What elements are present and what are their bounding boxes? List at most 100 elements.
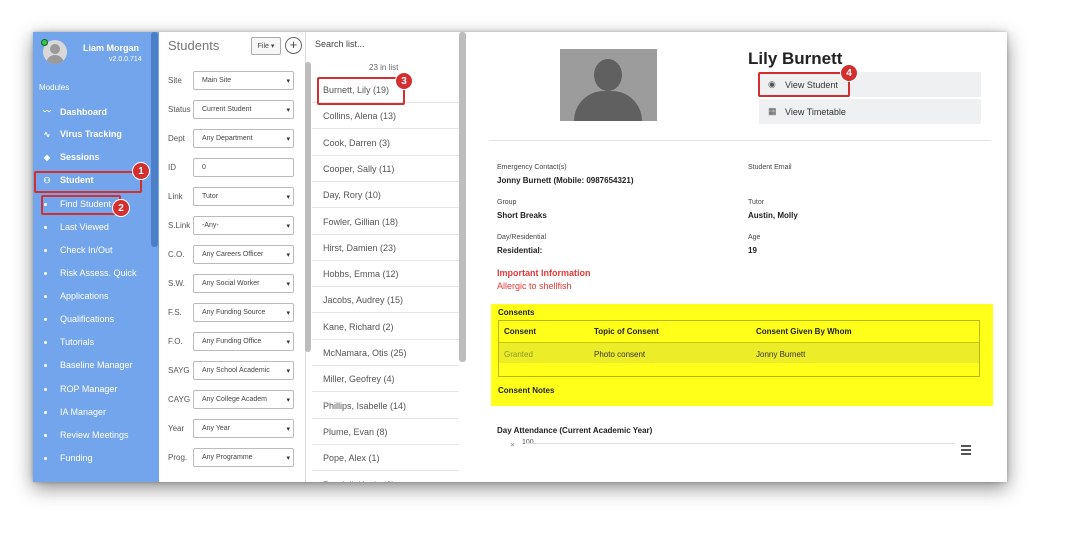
- student-name: Lily Burnett: [748, 49, 843, 68]
- list-item[interactable]: Cook, Darren (3): [312, 130, 459, 156]
- sidebar-scrollbar[interactable]: [151, 32, 158, 247]
- list-item[interactable]: Hobbs, Emma (12): [312, 261, 459, 288]
- filter-value: Tutor: [202, 193, 219, 200]
- important-info-value: Allergic to shellfish: [497, 281, 572, 291]
- chevron-down-icon: ▾: [286, 455, 290, 462]
- list-item[interactable]: Pope, Alex (1): [312, 445, 459, 472]
- consent-given-by: Jonny Burnett: [756, 350, 806, 359]
- filter-label: SAYG: [168, 366, 190, 375]
- list-item[interactable]: Plume, Evan (8): [312, 419, 459, 445]
- callout-box-view-student: [758, 72, 850, 97]
- student-email-label: Student Email: [748, 164, 792, 171]
- sidebar-subitem-review-meetings[interactable]: Review Meetings: [44, 430, 129, 440]
- filter-row: Status Current Student ▾: [159, 100, 306, 120]
- sidebar-item-virus-tracking[interactable]: ∿ Virus Tracking: [41, 129, 122, 139]
- consents-table-header: Consent Topic of Consent Consent Given B…: [499, 321, 979, 343]
- view-timetable-button[interactable]: ▦ View Timetable: [759, 99, 981, 124]
- sidebar-item-dashboard[interactable]: 〰 Dashboard: [41, 106, 107, 117]
- list-item[interactable]: Kane, Richard (2): [312, 314, 459, 340]
- filter-select[interactable]: Any Funding Source ▾: [193, 303, 294, 322]
- filter-row: S.W. Any Social Worker ▾: [159, 274, 306, 294]
- list-item[interactable]: Randall, Kevin (9): [312, 472, 459, 483]
- sidebar-subitem-last-viewed[interactable]: Last Viewed: [44, 222, 109, 232]
- sidebar-subitem-applications[interactable]: Applications: [44, 291, 109, 301]
- sidebar-subitem-baseline-manager[interactable]: Baseline Manager: [44, 360, 133, 370]
- filter-value: -Any-: [202, 222, 219, 229]
- hamburger-menu-icon[interactable]: [961, 445, 971, 457]
- filter-select[interactable]: Current Student ▾: [193, 100, 294, 119]
- chevron-down-icon: ▾: [286, 397, 290, 404]
- list-item[interactable]: Phillips, Isabelle (14): [312, 393, 459, 419]
- filter-label: Link: [168, 192, 183, 201]
- filter-select[interactable]: Any Programme ▾: [193, 448, 294, 467]
- column-header: Consent: [504, 327, 536, 336]
- sidebar-subitem-tutorials[interactable]: Tutorials: [44, 337, 94, 347]
- filter-row: S.Link -Any- ▾: [159, 216, 306, 236]
- filter-row: ID 0: [159, 158, 306, 178]
- app-version: v2.0.0.714: [109, 56, 142, 63]
- filter-select[interactable]: Any Social Worker ▾: [193, 274, 294, 293]
- divider: [489, 140, 991, 141]
- day-residential-value: Residential:: [497, 246, 543, 255]
- filter-select[interactable]: Any Careers Officer ▾: [193, 245, 294, 264]
- filter-select[interactable]: -Any- ▾: [193, 216, 294, 235]
- callout-box-student: [34, 171, 142, 193]
- sidebar-subitem-ia-manager[interactable]: IA Manager: [44, 407, 106, 417]
- list-item[interactable]: Jacobs, Audrey (15): [312, 287, 459, 314]
- filter-row: CAYG Any College Academ ▾: [159, 390, 306, 410]
- add-student-button[interactable]: +: [285, 37, 302, 54]
- list-item[interactable]: Cooper, Sally (11): [312, 156, 459, 182]
- sidebar-item-label: Virus Tracking: [60, 129, 122, 139]
- list-scrollbar[interactable]: [459, 32, 466, 362]
- list-item[interactable]: Fowler, Gillian (18): [312, 209, 459, 235]
- sidebar-subitem-rop-manager[interactable]: ROP Manager: [44, 384, 117, 394]
- file-menu-button[interactable]: File ▾: [251, 37, 281, 55]
- app-window: Liam Morgan v2.0.0.714 Modules 〰 Dashboa…: [33, 32, 1007, 482]
- filter-row: C.O. Any Careers Officer ▾: [159, 245, 306, 265]
- chevron-down-icon: ▾: [286, 426, 290, 433]
- list-item[interactable]: Collins, Alena (13): [312, 103, 459, 130]
- filter-select[interactable]: Any Department ▾: [193, 129, 294, 148]
- sidebar-subitem-qualifications[interactable]: Qualifications: [44, 314, 114, 324]
- list-item[interactable]: Miller, Geofrey (4): [312, 366, 459, 393]
- sidebar-subitem-funding[interactable]: Funding: [44, 453, 93, 463]
- filter-select[interactable]: Any College Academ ▾: [193, 390, 294, 409]
- search-input[interactable]: Search list...: [315, 39, 365, 49]
- sidebar-subitem-check-in-out[interactable]: Check In/Out: [44, 245, 113, 255]
- filter-select[interactable]: Any School Academic ▾: [193, 361, 294, 380]
- caret-down-icon: ▾: [270, 43, 275, 50]
- list-item[interactable]: Day, Rory (10): [312, 182, 459, 209]
- age-label: Age: [748, 234, 761, 241]
- chevron-down-icon: ▾: [286, 223, 290, 230]
- filter-select[interactable]: Tutor ▾: [193, 187, 294, 206]
- filter-row: Site Main Site ▾: [159, 71, 306, 91]
- sidebar-subitem-label: IA Manager: [60, 407, 107, 417]
- filter-select[interactable]: Any Year ▾: [193, 419, 294, 438]
- sidebar: Liam Morgan v2.0.0.714 Modules 〰 Dashboa…: [33, 32, 159, 482]
- layers-icon: ◈: [43, 152, 51, 162]
- user-name: Liam Morgan: [83, 43, 140, 53]
- sidebar-subitem-label: Funding: [60, 453, 93, 463]
- chevron-down-icon: ▾: [286, 281, 290, 288]
- filter-select[interactable]: Any Funding Office ▾: [193, 332, 294, 351]
- filters-scrollbar[interactable]: [305, 62, 311, 352]
- list-item[interactable]: McNamara, Otis (25): [312, 340, 459, 366]
- online-status-icon: [41, 39, 48, 46]
- sidebar-subitem-label: Qualifications: [60, 314, 115, 324]
- chevron-down-icon: ▾: [286, 310, 290, 317]
- sidebar-item-sessions[interactable]: ◈ Sessions: [41, 152, 100, 162]
- filter-select[interactable]: Main Site ▾: [193, 71, 294, 90]
- column-header: Topic of Consent: [594, 327, 659, 336]
- sidebar-subitem-risk-assess[interactable]: Risk Assess. Quick: [44, 268, 137, 278]
- filter-value: Any School Academic: [202, 367, 270, 374]
- close-icon: ✕: [510, 443, 516, 449]
- user-profile[interactable]: Liam Morgan v2.0.0.714: [39, 38, 159, 66]
- filter-select[interactable]: 0: [193, 158, 294, 177]
- list-item[interactable]: Hirst, Damien (23): [312, 235, 459, 261]
- consent-topic: Photo consent: [594, 350, 646, 359]
- filter-row: Dept Any Department ▾: [159, 129, 306, 149]
- list-count: 23 in list: [369, 63, 399, 72]
- chart-gridline: [525, 443, 955, 444]
- table-row[interactable]: Granted Photo consent Jonny Burnett: [499, 343, 979, 363]
- sidebar-item-label: Sessions: [60, 152, 100, 162]
